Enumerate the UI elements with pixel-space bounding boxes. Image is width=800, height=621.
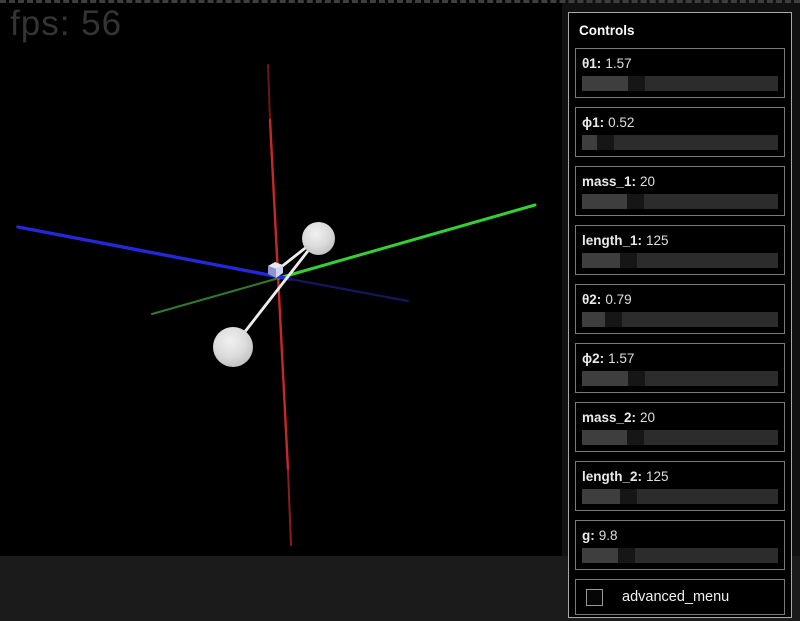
z-axis-blue-dim bbox=[290, 279, 408, 301]
control-theta2: θ2: 0.79 bbox=[575, 284, 785, 334]
control-label: θ1: bbox=[582, 56, 601, 71]
control-value: 20 bbox=[640, 174, 655, 189]
app-root: fps: 56 Controls θ1: 1.57 ϕ1: 0.52 mass_1:… bbox=[0, 0, 800, 621]
simulation-canvas[interactable]: fps: 56 bbox=[0, 0, 562, 556]
z-axis-blue-bright bbox=[18, 227, 290, 279]
slider-track[interactable] bbox=[582, 76, 778, 91]
slider-fill bbox=[582, 76, 628, 91]
slider-fill bbox=[582, 430, 627, 445]
slider-handle[interactable] bbox=[597, 135, 614, 150]
control-value: 1.57 bbox=[605, 56, 631, 71]
panel-title: Controls bbox=[579, 23, 785, 38]
slider-fill bbox=[582, 253, 620, 268]
slider-handle[interactable] bbox=[618, 548, 635, 563]
control-label: ϕ2: bbox=[582, 351, 604, 366]
control-advanced-menu: advanced_menu bbox=[575, 579, 785, 615]
control-label: length_1: bbox=[582, 233, 642, 248]
advanced-menu-checkbox[interactable] bbox=[586, 589, 603, 606]
advanced-menu-label: advanced_menu bbox=[622, 589, 729, 605]
control-length-1: length_1: 125 bbox=[575, 225, 785, 275]
controls-panel: Controls θ1:1.57 ϕ1:0.52 mass_1:20 lengt bbox=[568, 12, 792, 618]
pendulum-mass-2[interactable] bbox=[213, 327, 253, 367]
control-label: ϕ1: bbox=[582, 115, 604, 130]
slider-track[interactable] bbox=[582, 489, 778, 504]
slider-track[interactable] bbox=[582, 548, 778, 563]
control-mass-2: mass_2: 20 bbox=[575, 402, 785, 452]
slider-handle[interactable] bbox=[620, 253, 637, 268]
control-label: g: bbox=[582, 528, 595, 543]
control-value: 0.79 bbox=[605, 292, 631, 307]
scene-svg bbox=[0, 0, 562, 556]
control-value: 20 bbox=[640, 410, 655, 425]
slider-fill bbox=[582, 312, 605, 327]
control-label: θ2: bbox=[582, 292, 601, 307]
control-phi1: ϕ1: 0.52 bbox=[575, 107, 785, 157]
slider-fill bbox=[582, 548, 618, 563]
control-value: 125 bbox=[646, 469, 669, 484]
fps-counter: fps: 56 bbox=[10, 4, 122, 44]
slider-fill bbox=[582, 194, 627, 209]
control-mass-1: mass_1: 20 bbox=[575, 166, 785, 216]
control-label: mass_2: bbox=[582, 410, 636, 425]
controls-list: θ1: 1.57 ϕ1: 0.52 mass_1: 20 length_1: 125 bbox=[575, 48, 785, 570]
slider-handle[interactable] bbox=[627, 430, 644, 445]
slider-track[interactable] bbox=[582, 135, 778, 150]
y-axis-red-dim-bottom bbox=[288, 470, 291, 545]
slider-fill bbox=[582, 371, 628, 386]
control-value: 9.8 bbox=[599, 528, 618, 543]
control-value: 1.57 bbox=[608, 351, 634, 366]
slider-handle[interactable] bbox=[628, 371, 645, 386]
control-value: 0.52 bbox=[608, 115, 634, 130]
slider-track[interactable] bbox=[582, 430, 778, 445]
control-label: length_2: bbox=[582, 469, 642, 484]
top-dashed-border bbox=[0, 0, 800, 3]
control-length-2: length_2: 125 bbox=[575, 461, 785, 511]
slider-fill bbox=[582, 489, 620, 504]
x-axis-green-dim bbox=[152, 278, 279, 314]
slider-fill bbox=[582, 135, 597, 150]
slider-track[interactable] bbox=[582, 253, 778, 268]
control-label: mass_1: bbox=[582, 174, 636, 189]
slider-track[interactable] bbox=[582, 194, 778, 209]
pendulum-mass-1[interactable] bbox=[302, 222, 335, 255]
y-axis-red-dim-top bbox=[268, 65, 270, 120]
control-theta1: θ1: 1.57 bbox=[575, 48, 785, 98]
slider-handle[interactable] bbox=[605, 312, 622, 327]
slider-handle[interactable] bbox=[628, 76, 645, 91]
slider-handle[interactable] bbox=[627, 194, 644, 209]
control-value: 125 bbox=[646, 233, 669, 248]
slider-handle[interactable] bbox=[620, 489, 637, 504]
slider-track[interactable] bbox=[582, 312, 778, 327]
control-phi2: ϕ2: 1.57 bbox=[575, 343, 785, 393]
control-g: g: 9.8 bbox=[575, 520, 785, 570]
slider-track[interactable] bbox=[582, 371, 778, 386]
